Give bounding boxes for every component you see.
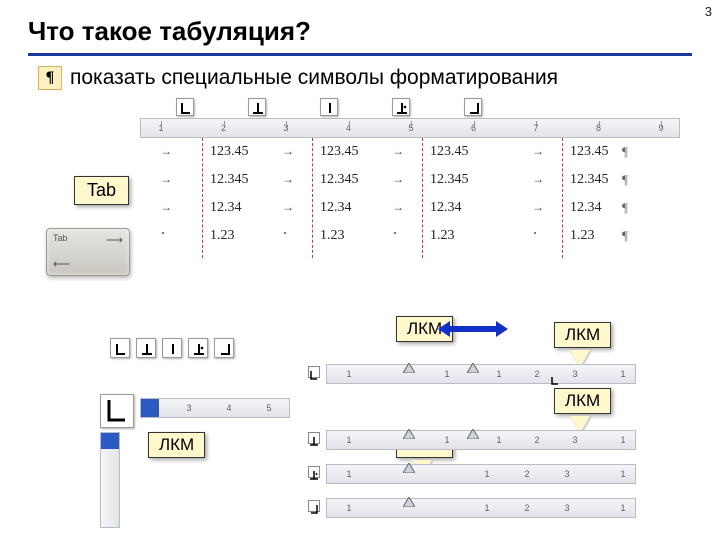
- tabtype-box[interactable]: [308, 500, 320, 512]
- mini-ruler-1[interactable]: 1 1 1 2 3 1: [326, 364, 636, 384]
- vertical-ruler[interactable]: 1 2: [100, 432, 120, 528]
- tab-callout: Tab: [74, 176, 129, 205]
- table-cell: 12.345: [430, 172, 469, 188]
- bar-tab-icon: [320, 98, 338, 116]
- right-tab-icon: [214, 338, 234, 358]
- mini-h-ruler[interactable]: 3 4 5: [140, 398, 290, 418]
- mini-tabstop-icons: [110, 338, 234, 358]
- tabstop-icons: [0, 98, 720, 116]
- lkm-callout-4: ЛКМ: [148, 432, 205, 458]
- subtitle-text: показать специальные символы форматирова…: [70, 66, 558, 90]
- document-area: →123.45→123.45→123.45→123.45¶→12.345→12.…: [140, 138, 680, 258]
- mini-ruler-3[interactable]: 1 1 2 3 1: [326, 464, 636, 484]
- tabtype-box[interactable]: [308, 432, 320, 444]
- table-cell: 1.23: [570, 228, 595, 244]
- center-tab-icon: [248, 98, 266, 116]
- table-cell: 123.45: [570, 144, 609, 160]
- pilcrow-button[interactable]: ¶: [38, 66, 62, 90]
- table-cell: 12.345: [320, 172, 359, 188]
- tabtype-box[interactable]: [308, 466, 320, 478]
- tab-key-image: Tab ⟵⟶: [46, 228, 130, 276]
- lkm-callout-3: ЛКМ: [554, 388, 611, 414]
- title-rule: [28, 53, 692, 56]
- table-cell: 1.23: [430, 228, 455, 244]
- horizontal-ruler[interactable]: 123456789: [140, 118, 680, 138]
- table-cell: 123.45: [210, 144, 249, 160]
- table-cell: 1.23: [210, 228, 235, 244]
- mini-ruler-2[interactable]: 1 1 1 2 3 1: [326, 430, 636, 450]
- table-cell: 12.345: [570, 172, 609, 188]
- table-cell: 123.45: [320, 144, 359, 160]
- decimal-tab-icon: [188, 338, 208, 358]
- bar-tab-icon: [162, 338, 182, 358]
- lkm-callout-2: ЛКМ: [554, 322, 611, 348]
- right-tab-icon: [464, 98, 482, 116]
- left-tab-icon: [176, 98, 194, 116]
- center-tab-icon: [136, 338, 156, 358]
- left-tab-icon: [110, 338, 130, 358]
- mini-ruler-4[interactable]: 1 1 2 3 1: [326, 498, 636, 518]
- tabtype-box[interactable]: [308, 366, 320, 378]
- table-cell: 123.45: [430, 144, 469, 160]
- table-cell: 12.34: [320, 200, 352, 216]
- table-cell: 12.345: [210, 172, 249, 188]
- tabstop-selector[interactable]: [100, 394, 134, 428]
- double-arrow-icon: [450, 326, 496, 332]
- table-cell: 12.34: [570, 200, 602, 216]
- table-cell: 1.23: [320, 228, 345, 244]
- table-cell: 12.34: [210, 200, 242, 216]
- page-title: Что такое табуляция?: [0, 0, 720, 53]
- decimal-tab-icon: [392, 98, 410, 116]
- slide-number: 3: [705, 4, 712, 19]
- table-cell: 12.34: [430, 200, 462, 216]
